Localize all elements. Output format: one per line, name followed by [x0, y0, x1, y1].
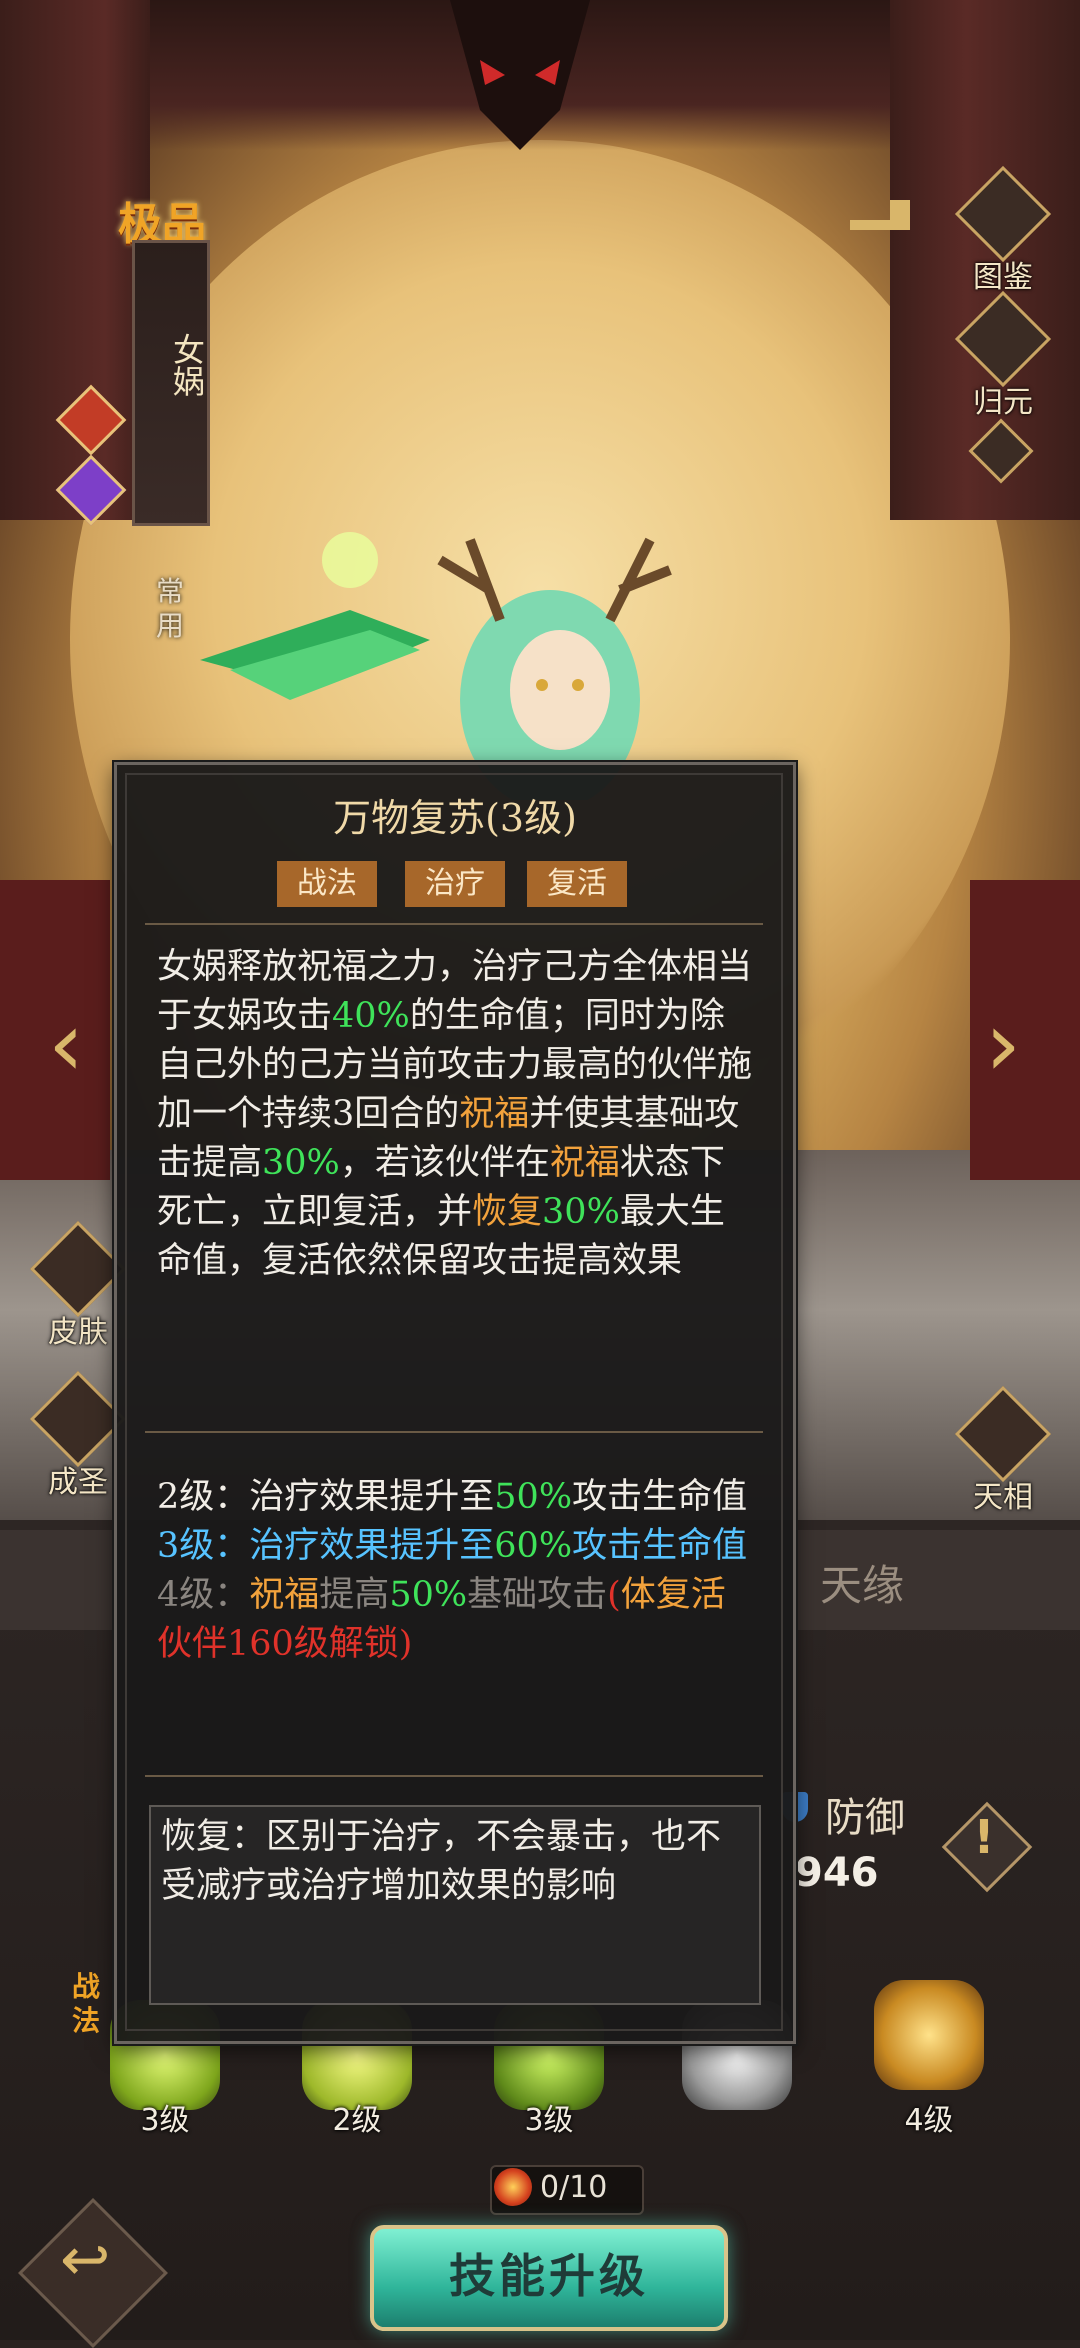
recovery-note: 恢复：区别于治疗，不会暴击，也不受减疗或治疗增加效果的影响 [161, 1817, 722, 1906]
skill-book-count: 0/10 [540, 2170, 608, 2205]
ascend-button[interactable]: 成圣 [29, 1370, 127, 1500]
moon-icon [954, 1385, 1052, 1483]
divider [145, 1775, 763, 1777]
fox-mask-roof [150, 0, 890, 150]
text-segment: 伙伴160级解锁) [157, 1624, 413, 1664]
skill-book-icon [494, 2168, 532, 2206]
skill-description: 女娲释放祝福之力，治疗己方全体相当于女娲攻击40%的生命值；同时为除自己外的己方… [157, 943, 757, 1286]
text-segment: 体复活 [620, 1575, 726, 1615]
text-segment: 攻击生命值 [572, 1526, 748, 1566]
hero-character-nuwa[interactable] [190, 500, 790, 800]
fox-mask-icon [450, 0, 590, 150]
tab-fate[interactable]: 天缘 [820, 1552, 904, 1613]
skill-level-1: 3级 [140, 2103, 190, 2138]
text-segment: 提高 [319, 1575, 390, 1615]
codex-label: 图鉴 [973, 260, 1033, 295]
golden-dragon-skill-icon [874, 1980, 984, 2090]
text-segment: 恢复 [472, 1192, 543, 1232]
text-segment: 30% [262, 1143, 340, 1183]
text-segment: 40% [332, 996, 410, 1036]
text-segment: 攻击生命值 [572, 1477, 748, 1517]
text-segment: 30% [542, 1192, 620, 1232]
skill-level-5: 4级 [904, 2103, 954, 2138]
level-2-effect: 2级：治疗效果提升至50%攻击生命值 [157, 1473, 757, 1522]
prev-hero-arrow-icon[interactable]: ‹ [48, 1000, 84, 1090]
skill-level-3: 3级 [524, 2103, 574, 2138]
text-segment: 基础攻击 [467, 1575, 608, 1615]
share-icon[interactable] [840, 180, 920, 240]
ascend-label: 成圣 [48, 1465, 108, 1500]
book-icon [954, 165, 1052, 263]
skill-level-list: 2级：治疗效果提升至50%攻击生命值 3级：治疗效果提升至60%攻击生命值 4级… [157, 1473, 757, 1669]
skill-level-2: 2级 [332, 2103, 382, 2138]
curtain-left [0, 0, 150, 520]
robe-icon [29, 1220, 127, 1318]
skill-upgrade-label: 技能升级 [449, 2249, 649, 2303]
text-segment: 3级：治疗效果提升至 [157, 1526, 495, 1566]
skill-tag-revive: 复活 [527, 861, 627, 907]
text-segment: ，若该伙伴在 [339, 1143, 550, 1183]
skill-title: 万物复苏(3级) [333, 796, 577, 840]
next-hero-arrow-icon[interactable]: › [985, 1000, 1021, 1090]
divider [145, 1431, 763, 1433]
text-segment: 祝福 [459, 1094, 530, 1134]
gate-icon [954, 290, 1052, 388]
text-segment: 祝福 [549, 1143, 620, 1183]
sage-icon [29, 1370, 127, 1468]
text-segment: 50% [494, 1477, 573, 1517]
level-4-effect: 4级：祝福提高50%基础攻击(体复活伙伴160级解锁) [157, 1571, 757, 1669]
skill-tag-tactic: 战法 [277, 861, 377, 907]
codex-button[interactable]: 图鉴 [954, 165, 1052, 295]
hero-name-banner: 女娲 [132, 240, 210, 526]
back-arrow-icon: ↩ [60, 2225, 111, 2295]
text-segment: 50% [389, 1575, 468, 1615]
defense-value: 946 [795, 1850, 879, 1896]
common-use-tag[interactable]: 常用 [150, 575, 190, 643]
exclamation-icon: ! [973, 1810, 995, 1864]
recovery-note-box: 恢复：区别于治疗，不会暴击，也不受减疗或治疗增加效果的影响 [149, 1805, 761, 2005]
skin-label: 皮肤 [48, 1315, 108, 1350]
return-button[interactable]: 归元 [954, 290, 1052, 420]
celestial-button[interactable]: 天相 [954, 1385, 1052, 1515]
level-3-effect: 3级：治疗效果提升至60%攻击生命值 [157, 1522, 757, 1571]
text-segment: 60% [494, 1526, 573, 1566]
text-segment: 2级：治疗效果提升至 [157, 1477, 495, 1517]
divider [145, 923, 763, 925]
skill-slot-5[interactable] [864, 1980, 994, 2100]
celestial-label: 天相 [973, 1480, 1033, 1515]
skill-tooltip: 万物复苏(3级) 战法 治疗 复活 女娲释放祝福之力，治疗己方全体相当于女娲攻击… [114, 762, 796, 2044]
text-segment: ( [607, 1575, 621, 1615]
text-segment: 祝福 [249, 1575, 320, 1615]
return-label: 归元 [973, 385, 1033, 420]
hero-name: 女娲 [168, 333, 206, 397]
skin-button[interactable]: 皮肤 [29, 1220, 127, 1350]
text-segment: 4级： [157, 1575, 250, 1615]
skill-tag-heal: 治疗 [405, 861, 505, 907]
defense-label: 防御 [825, 1795, 905, 1841]
